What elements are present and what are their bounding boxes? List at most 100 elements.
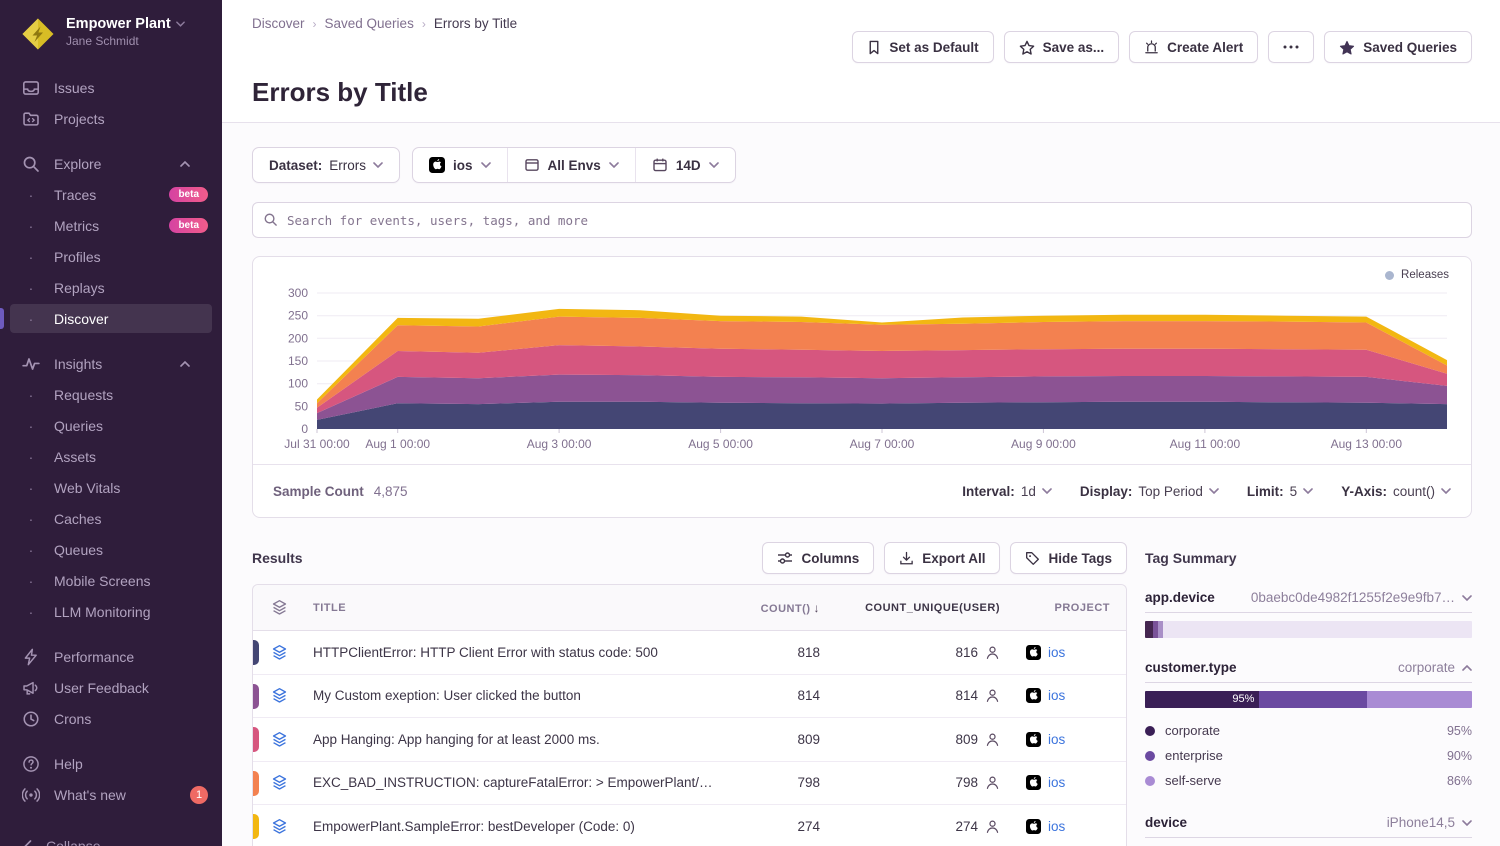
row-title[interactable]: EmpowerPlant.SampleError: bestDeveloper … <box>305 819 728 834</box>
sidebar-item-traces[interactable]: ·Tracesbeta <box>0 179 222 210</box>
results-bar: Results ColumnsExport AllHide Tags <box>252 541 1127 575</box>
main-area: Discover›Saved Queries›Errors by Title S… <box>222 0 1500 846</box>
row-title[interactable]: My Custom exeption: User clicked the but… <box>305 688 728 703</box>
tag-name: customer.type <box>1145 660 1237 675</box>
sidebar-item-user-feedback[interactable]: User Feedback <box>0 672 222 703</box>
chevron-down-icon <box>1042 488 1052 494</box>
performance-icon <box>22 648 40 666</box>
table-row[interactable]: EmpowerPlant.SampleError: bestDeveloper … <box>253 805 1126 846</box>
chart-panel: Releases 050100150200250300Jul 31 00:00A… <box>252 256 1472 518</box>
collapse-button[interactable]: Collapse <box>0 824 222 846</box>
stack-icon[interactable] <box>253 731 305 748</box>
sidebar-item-profiles[interactable]: ·Profiles <box>0 241 222 272</box>
tag-summary-panel: Tag Summary app.device0baebc0de4982f1255… <box>1145 541 1472 846</box>
sidebar-item-discover[interactable]: ·Discover <box>0 303 222 334</box>
y-axis-selector[interactable]: Y-Axis:count() <box>1341 484 1451 499</box>
stack-icon[interactable] <box>253 774 305 791</box>
header-actions: Set as Default Save as... Create Alert Save… <box>852 31 1472 63</box>
stacked-area-chart: 050100150200250300Jul 31 00:00Aug 1 00:0… <box>269 267 1455 459</box>
sidebar-item-metrics[interactable]: ·Metricsbeta <box>0 210 222 241</box>
sidebar-item-assets[interactable]: ·Assets <box>0 441 222 472</box>
bullet-icon: · <box>22 607 40 617</box>
project-link[interactable]: ios <box>1048 645 1065 660</box>
more-options-button[interactable] <box>1268 31 1314 63</box>
page-filter-group: ios All Envs 14D <box>412 147 736 183</box>
tag-value-selector[interactable]: 0baebc0de4982f1255f2e9e9fb7… <box>1251 590 1472 605</box>
interval-selector[interactable]: Interval:1d <box>962 484 1052 499</box>
sidebar-item-queues[interactable]: ·Queues <box>0 534 222 565</box>
table-row[interactable]: My Custom exeption: User clicked the but… <box>253 675 1126 719</box>
page-header: Discover›Saved Queries›Errors by Title S… <box>222 0 1500 123</box>
environment-filter[interactable]: All Envs <box>507 148 635 182</box>
org-logo-icon <box>20 16 56 52</box>
sidebar-item-issues[interactable]: Issues <box>0 72 222 103</box>
breadcrumb-saved-queries[interactable]: Saved Queries <box>325 16 414 31</box>
column-header-title[interactable]: TITLE <box>305 602 728 614</box>
tag-value-selector[interactable]: corporate <box>1398 660 1472 675</box>
bullet-icon: · <box>22 221 40 231</box>
project-link[interactable]: ios <box>1048 819 1065 834</box>
button-label: Export All <box>922 551 985 566</box>
row-title[interactable]: HTTPClientError: HTTP Client Error with … <box>305 645 728 660</box>
project-link[interactable]: ios <box>1048 688 1065 703</box>
tag-bar-segment <box>1145 621 1153 638</box>
siren-icon <box>1144 40 1159 55</box>
svg-text:Aug 13 00:00: Aug 13 00:00 <box>1331 437 1403 451</box>
search-input[interactable] <box>252 202 1472 238</box>
stack-icon[interactable] <box>253 818 305 835</box>
columns-button[interactable]: Columns <box>762 542 874 574</box>
sidebar-item-replays[interactable]: ·Replays <box>0 272 222 303</box>
sidebar-item-web-vitals[interactable]: ·Web Vitals <box>0 472 222 503</box>
display-selector[interactable]: Display:Top Period <box>1080 484 1219 499</box>
sidebar-item-crons[interactable]: Crons <box>0 703 222 734</box>
create-alert-button[interactable]: Create Alert <box>1129 31 1258 63</box>
org-switcher[interactable]: Empower Plant Jane Schmidt <box>0 0 222 62</box>
sidebar-item-label: Mobile Screens <box>54 573 208 589</box>
project-filter[interactable]: ios <box>413 148 507 182</box>
save-as-button[interactable]: Save as... <box>1004 31 1120 63</box>
column-header-count-unique-user[interactable]: COUNT_UNIQUE(USER) <box>838 602 1018 614</box>
column-header-count[interactable]: COUNT()↓ <box>728 601 838 615</box>
sidebar-item-llm-monitoring[interactable]: ·LLM Monitoring <box>0 596 222 627</box>
sidebar-item-queries[interactable]: ·Queries <box>0 410 222 441</box>
sidebar-item-projects[interactable]: Projects <box>0 103 222 134</box>
legend-releases[interactable]: Releases <box>1385 269 1449 281</box>
hide-tags-button[interactable]: Hide Tags <box>1010 542 1127 574</box>
saved-queries-button[interactable]: Saved Queries <box>1324 31 1472 63</box>
sidebar-item-label: Queries <box>54 418 208 434</box>
tag-value-selector[interactable]: iPhone14,5 <box>1387 815 1472 830</box>
svg-text:Aug 3 00:00: Aug 3 00:00 <box>527 437 592 451</box>
date-range-filter[interactable]: 14D <box>635 148 735 182</box>
column-header-project[interactable]: PROJECT <box>1018 602 1126 614</box>
tag-group-customer-type: customer.typecorporate95%corporate95%ent… <box>1145 654 1472 793</box>
chevron-down-icon <box>1462 595 1472 601</box>
table-row[interactable]: EXC_BAD_INSTRUCTION: captureFatalError: … <box>253 762 1126 806</box>
stack-icon[interactable] <box>253 644 305 661</box>
row-title[interactable]: EXC_BAD_INSTRUCTION: captureFatalError: … <box>305 775 728 790</box>
legend-dot-icon <box>1145 751 1155 761</box>
sidebar-item-mobile-screens[interactable]: ·Mobile Screens <box>0 565 222 596</box>
sidebar-item-caches[interactable]: ·Caches <box>0 503 222 534</box>
sidebar-item-help[interactable]: Help <box>0 748 222 779</box>
sidebar-item-explore[interactable]: Explore <box>0 148 222 179</box>
table-row[interactable]: HTTPClientError: HTTP Client Error with … <box>253 631 1126 675</box>
sidebar-item-label: Explore <box>54 156 176 172</box>
control-value: Top Period <box>1138 484 1203 499</box>
limit-selector[interactable]: Limit:5 <box>1247 484 1313 499</box>
bullet-icon: · <box>22 514 40 524</box>
table-row[interactable]: App Hanging: App hanging for at least 20… <box>253 718 1126 762</box>
set-as-default-button[interactable]: Set as Default <box>852 31 993 63</box>
project-link[interactable]: ios <box>1048 775 1065 790</box>
dataset-value: Errors <box>329 158 366 173</box>
export-all-button[interactable]: Export All <box>884 542 1000 574</box>
dataset-selector[interactable]: Dataset: Errors <box>252 147 400 183</box>
sidebar-item-requests[interactable]: ·Requests <box>0 379 222 410</box>
sidebar-item-what-s-new[interactable]: What's new1 <box>0 779 222 810</box>
stack-icon[interactable] <box>253 687 305 704</box>
sidebar-item-insights[interactable]: Insights <box>0 348 222 379</box>
sidebar-item-performance[interactable]: Performance <box>0 641 222 672</box>
row-title[interactable]: App Hanging: App hanging for at least 20… <box>305 732 728 747</box>
project-link[interactable]: ios <box>1048 732 1065 747</box>
lower-section: Results ColumnsExport AllHide Tags TITLE… <box>252 541 1472 846</box>
breadcrumb-discover[interactable]: Discover <box>252 16 305 31</box>
